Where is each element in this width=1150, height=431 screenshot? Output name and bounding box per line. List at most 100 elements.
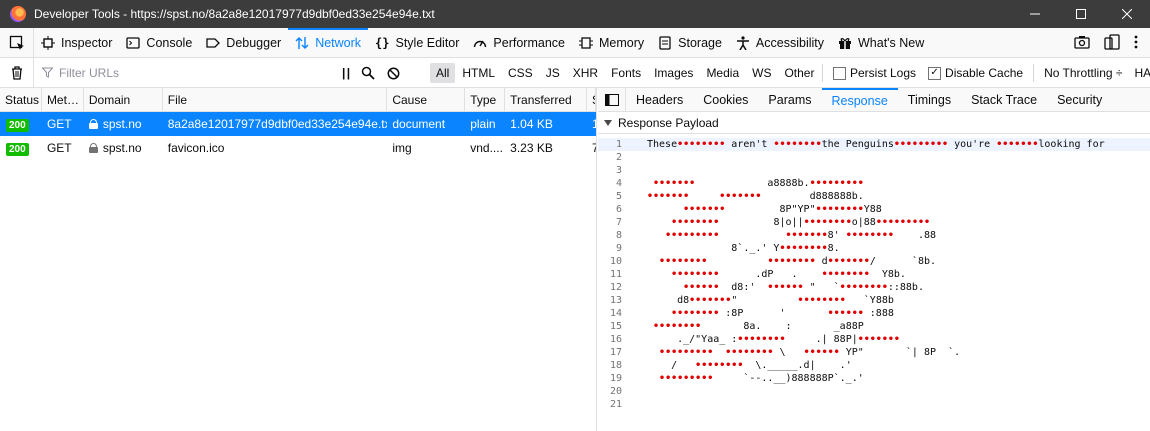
network-filter-bar: | | All HTML CSS JS XHR Fonts Images Med…	[0, 58, 1150, 88]
filter-xhr[interactable]: XHR	[567, 63, 604, 83]
tab-label: Inspector	[61, 35, 113, 50]
request-row[interactable]: 200 GET spst.no 8a2a8e12017977d9dbf0ed33…	[0, 112, 596, 136]
filter-html[interactable]: HTML	[456, 63, 501, 83]
inspector-icon	[41, 35, 55, 50]
column-header-type[interactable]: Type	[465, 88, 506, 111]
line-number: 17	[609, 347, 622, 358]
filter-js[interactable]: JS	[540, 63, 566, 83]
line-number: 14	[609, 308, 622, 319]
tab-label: What's New	[858, 35, 925, 50]
line-number: 21	[609, 399, 622, 410]
request-list: Status Met… Domain File Cause Type Trans…	[0, 88, 597, 431]
response-payload-code[interactable]: 1 These•••••••• aren't ••••••••the Pengui…	[598, 134, 1150, 411]
trash-icon	[11, 65, 22, 80]
tab-security[interactable]: Security	[1047, 88, 1112, 111]
accessibility-icon	[736, 35, 749, 50]
code-line: 12 •••••• d8:' •••••• " `••••••••::88b.	[598, 281, 1150, 294]
performance-icon	[474, 40, 487, 47]
code-line-text: ••••••••• •••••••8' •••••••• .88	[665, 230, 937, 241]
filter-css[interactable]: CSS	[502, 63, 539, 83]
line-number: 2	[615, 152, 622, 163]
tab-params[interactable]: Params	[758, 88, 821, 111]
filter-media[interactable]: Media	[700, 63, 745, 83]
persist-logs-checkbox[interactable]	[833, 66, 846, 80]
column-header-transferred[interactable]: Transferred	[505, 88, 587, 111]
tab-memory[interactable]: Memory	[572, 28, 651, 57]
response-payload-title: Response Payload	[618, 115, 719, 130]
request-type: vnd....	[470, 141, 503, 155]
request-size: 1	[587, 117, 596, 131]
code-line-text: •••••••• :8P ' •••••• :888	[671, 308, 894, 319]
tab-performance[interactable]: Performance	[466, 28, 572, 57]
disable-cache-checkbox[interactable]: ✓	[928, 66, 942, 80]
minimize-button[interactable]	[1012, 0, 1058, 28]
responsive-design-button[interactable]	[1104, 33, 1120, 53]
filter-other[interactable]: Other	[778, 63, 820, 83]
more-options-button[interactable]	[1134, 35, 1138, 52]
tab-accessibility[interactable]: Accessibility	[729, 28, 831, 57]
tab-storage[interactable]: Storage	[651, 28, 729, 57]
code-line: 20	[598, 385, 1150, 398]
search-icon[interactable]	[361, 66, 375, 80]
tab-cookies[interactable]: Cookies	[693, 88, 758, 111]
throttling-dropdown[interactable]: No Throttling ÷	[1038, 66, 1128, 80]
tab-timings[interactable]: Timings	[898, 88, 961, 111]
code-line: 15 •••••••• 8a. : _a88P	[598, 320, 1150, 333]
filter-urls-field[interactable]	[34, 65, 334, 80]
tab-headers[interactable]: Headers	[626, 88, 693, 111]
request-domain: spst.no	[102, 141, 142, 155]
pause-button[interactable]: | |	[342, 66, 350, 80]
code-line: 6 ••••••• 8P"YP"••••••••Y88	[598, 203, 1150, 216]
tab-whats-new[interactable]: What's New	[831, 28, 931, 57]
devtools-toolbar: Inspector Console Debugger Network {} St…	[0, 28, 1150, 58]
tab-network[interactable]: Network	[288, 28, 369, 57]
column-header-domain[interactable]: Domain	[84, 88, 163, 111]
response-payload-header[interactable]: Response Payload	[598, 112, 1150, 134]
lock-icon	[88, 143, 98, 153]
filter-urls-input[interactable]	[59, 65, 319, 80]
block-icon[interactable]	[387, 67, 400, 80]
element-picker-button[interactable]	[0, 28, 34, 57]
filter-ws[interactable]: WS	[746, 63, 777, 83]
column-header-method[interactable]: Met…	[42, 88, 84, 111]
close-icon	[1122, 9, 1132, 19]
column-header-status[interactable]: Status	[0, 88, 42, 111]
tab-stack-trace[interactable]: Stack Trace	[961, 88, 1047, 111]
disable-cache-label: Disable Cache	[945, 66, 1024, 80]
code-line: 10 •••••••• •••••••• d•••••••/ `8b.	[598, 255, 1150, 268]
clear-requests-button[interactable]	[0, 58, 34, 87]
filter-all[interactable]: All	[430, 63, 456, 83]
close-window-button[interactable]	[1104, 0, 1150, 28]
request-list-header: Status Met… Domain File Cause Type Trans…	[0, 88, 596, 112]
tab-inspector[interactable]: Inspector	[34, 28, 119, 57]
column-header-size[interactable]: S	[587, 88, 596, 111]
toggle-sidebar-button[interactable]	[598, 88, 626, 111]
column-header-cause[interactable]: Cause	[387, 88, 466, 111]
persist-logs-toggle[interactable]: Persist Logs	[827, 66, 922, 80]
screenshot-button[interactable]	[1074, 35, 1090, 52]
code-line: 1 These•••••••• aren't ••••••••the Pengui…	[598, 138, 1150, 151]
disable-cache-toggle[interactable]: ✓ Disable Cache	[922, 66, 1029, 80]
line-number: 16	[609, 334, 622, 345]
column-header-file[interactable]: File	[163, 88, 388, 111]
kebab-menu-icon	[1134, 35, 1138, 48]
code-line: 19 ••••••••• `--..__)888888P`._.'	[598, 372, 1150, 385]
request-size: 7	[587, 141, 596, 155]
tab-style-editor[interactable]: {} Style Editor	[368, 28, 466, 57]
tab-console[interactable]: Console	[119, 28, 199, 57]
har-dropdown[interactable]: HAR ÷	[1128, 66, 1150, 80]
request-row[interactable]: 200 GET spst.no favicon.ico img vnd.... …	[0, 136, 596, 160]
filter-fonts[interactable]: Fonts	[605, 63, 647, 83]
filter-images[interactable]: Images	[648, 63, 699, 83]
line-number: 11	[609, 269, 622, 280]
line-number: 8	[615, 230, 622, 241]
code-line-text: •••••••• .dP . •••••••• Y8b.	[671, 269, 906, 280]
line-number: 7	[615, 217, 622, 228]
maximize-button[interactable]	[1058, 0, 1104, 28]
tab-response[interactable]: Response	[821, 88, 898, 111]
divider	[822, 64, 823, 82]
tab-debugger[interactable]: Debugger	[199, 28, 288, 57]
